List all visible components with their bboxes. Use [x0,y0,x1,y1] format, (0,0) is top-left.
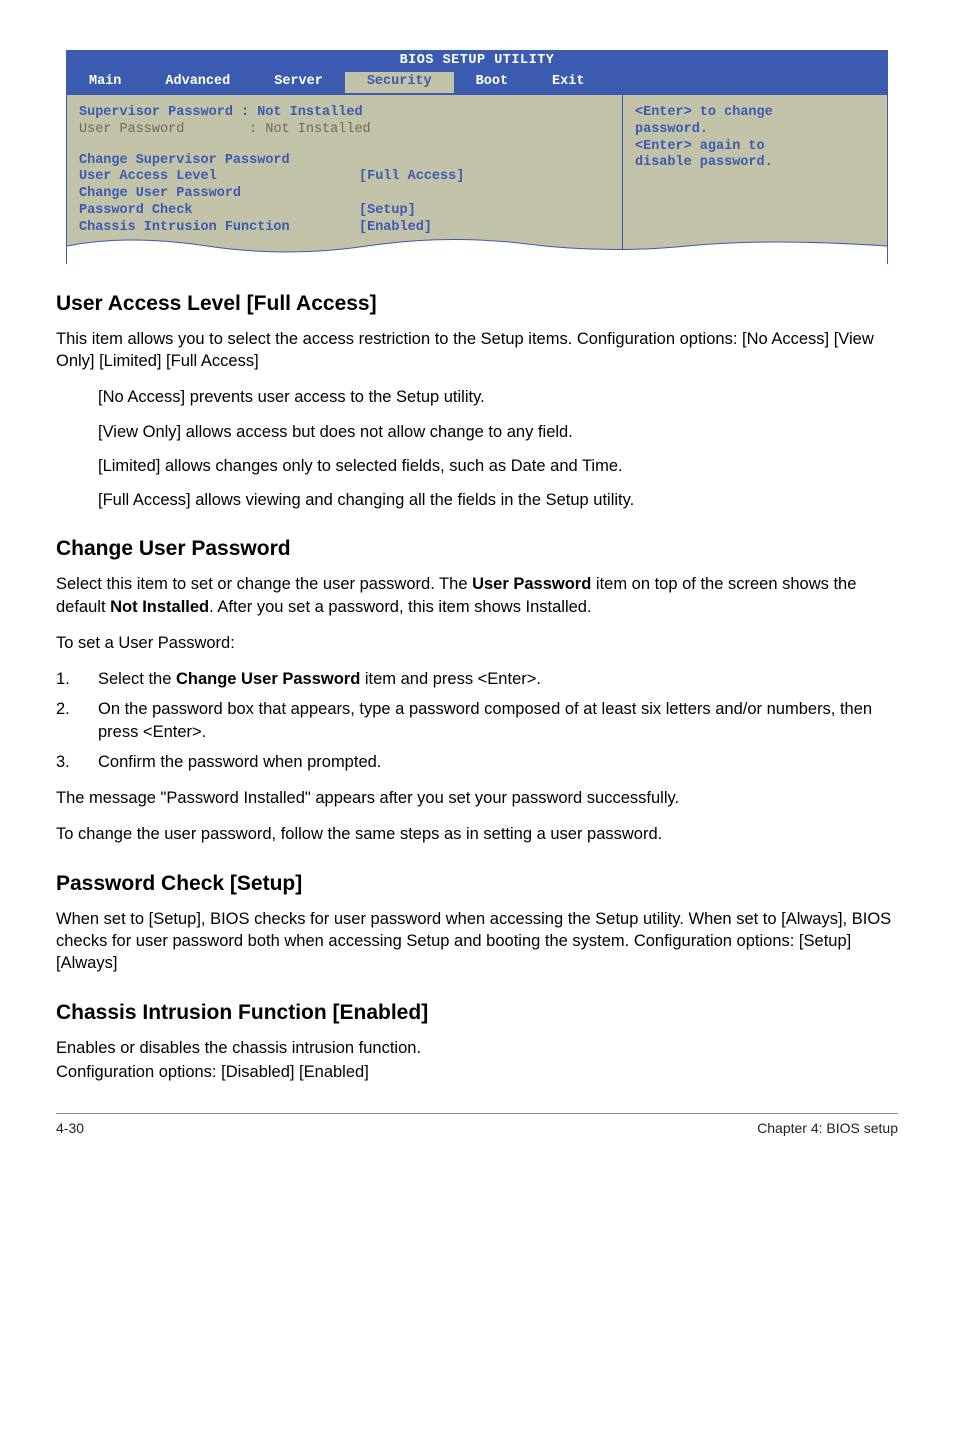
password-check-label: Password Check [79,203,359,220]
ual-opt-full-access: [Full Access] allows viewing and changin… [98,489,898,511]
cup-steps: 1.Select the Change User Password item a… [56,668,898,773]
footer-chapter: Chapter 4: BIOS setup [757,1120,898,1136]
ual-desc: This item allows you to select the acces… [56,328,898,373]
step-num: 2. [56,698,98,743]
heading-chassis-intrusion: Chassis Intrusion Function [Enabled] [56,1001,898,1025]
step-num: 1. [56,668,98,690]
help-line3: <Enter> again to [635,139,875,156]
s1b: Change User Password [176,670,360,688]
help-line4: disable password. [635,155,875,172]
step-1: 1.Select the Change User Password item a… [56,668,898,690]
user-pw-label: User Password : [79,122,265,139]
supervisor-pw-value: Not Installed [257,105,362,122]
step-3: 3.Confirm the password when prompted. [56,751,898,773]
cup-b1: User Password [472,575,591,593]
tab-security: Security [345,72,454,93]
chassis-intrusion-value: [Enabled] [359,220,432,237]
bios-left-pane: Supervisor Password : Not Installed User… [67,95,622,263]
help-line1: <Enter> to change [635,105,875,122]
tab-main: Main [67,72,143,93]
bios-help-pane: <Enter> to change password. <Enter> agai… [622,95,887,263]
cup-to-set: To set a User Password: [56,632,898,654]
ual-opt-view-only: [View Only] allows access but does not a… [98,421,898,443]
cup-b2: Not Installed [110,598,209,616]
tab-server: Server [252,72,345,93]
heading-password-check: Password Check [Setup] [56,872,898,896]
cup-change: To change the user password, follow the … [56,823,898,845]
step-num: 3. [56,751,98,773]
step-text: On the password box that appears, type a… [98,698,898,743]
help-line2: password. [635,122,875,139]
ual-opt-no-access: [No Access] prevents user access to the … [98,386,898,408]
pwc-desc: When set to [Setup], BIOS checks for use… [56,908,898,975]
heading-user-access-level: User Access Level [Full Access] [56,292,898,316]
tab-boot: Boot [454,72,530,93]
heading-change-user-password: Change User Password [56,537,898,561]
step-2: 2.On the password box that appears, type… [56,698,898,743]
s1c: item and press <Enter>. [360,670,541,688]
cup-desc: Select this item to set or change the us… [56,573,898,618]
change-user-pw: Change User Password [79,186,241,203]
user-access-level-label: User Access Level [79,169,359,186]
tab-advanced: Advanced [143,72,252,93]
cup-t1: Select this item to set or change the us… [56,575,472,593]
page-footer: 4-30 Chapter 4: BIOS setup [56,1113,898,1136]
cif-desc: Enables or disables the chassis intrusio… [56,1037,898,1059]
chassis-intrusion-label: Chassis Intrusion Function [79,220,359,237]
ual-opt-limited: [Limited] allows changes only to selecte… [98,455,898,477]
cif-opts: Configuration options: [Disabled] [Enabl… [56,1061,898,1083]
bios-screenshot: BIOS SETUP UTILITY Main Advanced Server … [66,50,888,264]
supervisor-pw-label: Supervisor Password : [79,105,257,122]
bios-body: Supervisor Password : Not Installed User… [67,95,887,263]
step-text: Confirm the password when prompted. [98,751,898,773]
password-check-value: [Setup] [359,203,416,220]
footer-page-num: 4-30 [56,1120,84,1136]
change-supervisor: Change Supervisor Password [79,153,290,170]
user-pw-value: Not Installed [265,122,370,139]
s1a: Select the [98,670,176,688]
cup-t3: . After you set a password, this item sh… [209,598,591,616]
cup-success: The message "Password Installed" appears… [56,787,898,809]
tab-exit: Exit [530,72,606,93]
user-access-level-value: [Full Access] [359,169,464,186]
bios-tab-bar: Main Advanced Server Security Boot Exit [67,72,887,95]
bios-title: BIOS SETUP UTILITY [67,51,887,72]
step-text: Select the Change User Password item and… [98,668,898,690]
